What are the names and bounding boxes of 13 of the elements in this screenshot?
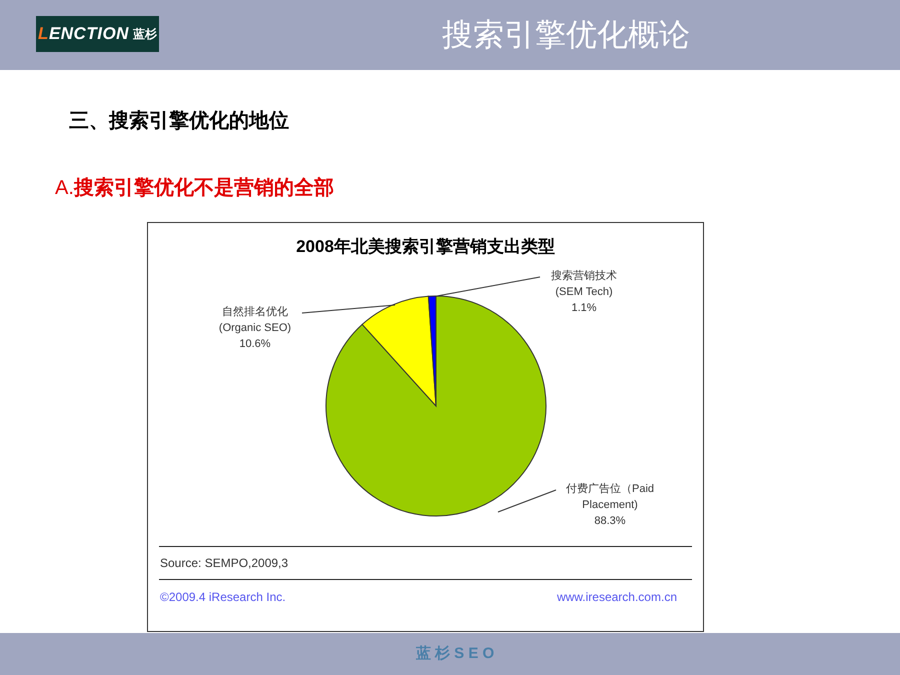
- footer-text: 蓝 杉 S E O: [416, 644, 494, 664]
- website-link[interactable]: www.iresearch.com.cn: [556, 588, 677, 606]
- slide-title: 搜索引擎优化概论: [442, 16, 690, 54]
- section-heading: 三、搜索引擎优化的地位: [69, 109, 290, 134]
- source-note: Source: SEMPO,2009,3: [160, 555, 290, 572]
- chart-label: 自然排名优化 (Organic SEO) 10.6%: [218, 305, 292, 352]
- logo-chinese: 蓝杉: [132, 26, 157, 43]
- subheading: A.搜索引擎优化不是营销的全部: [55, 176, 335, 201]
- chart-label: 搜索营销技术 (SEM Tech) 1.1%: [550, 268, 618, 316]
- chart-title: 2008年北美搜索引擎营销支出类型: [295, 236, 556, 258]
- chart-label: 付费广告位（Paid Placement) 88.3%: [564, 482, 656, 529]
- logo-text: LENCTION: [38, 23, 129, 46]
- copyright-text: ©2009.4 iResearch Inc.: [160, 589, 286, 606]
